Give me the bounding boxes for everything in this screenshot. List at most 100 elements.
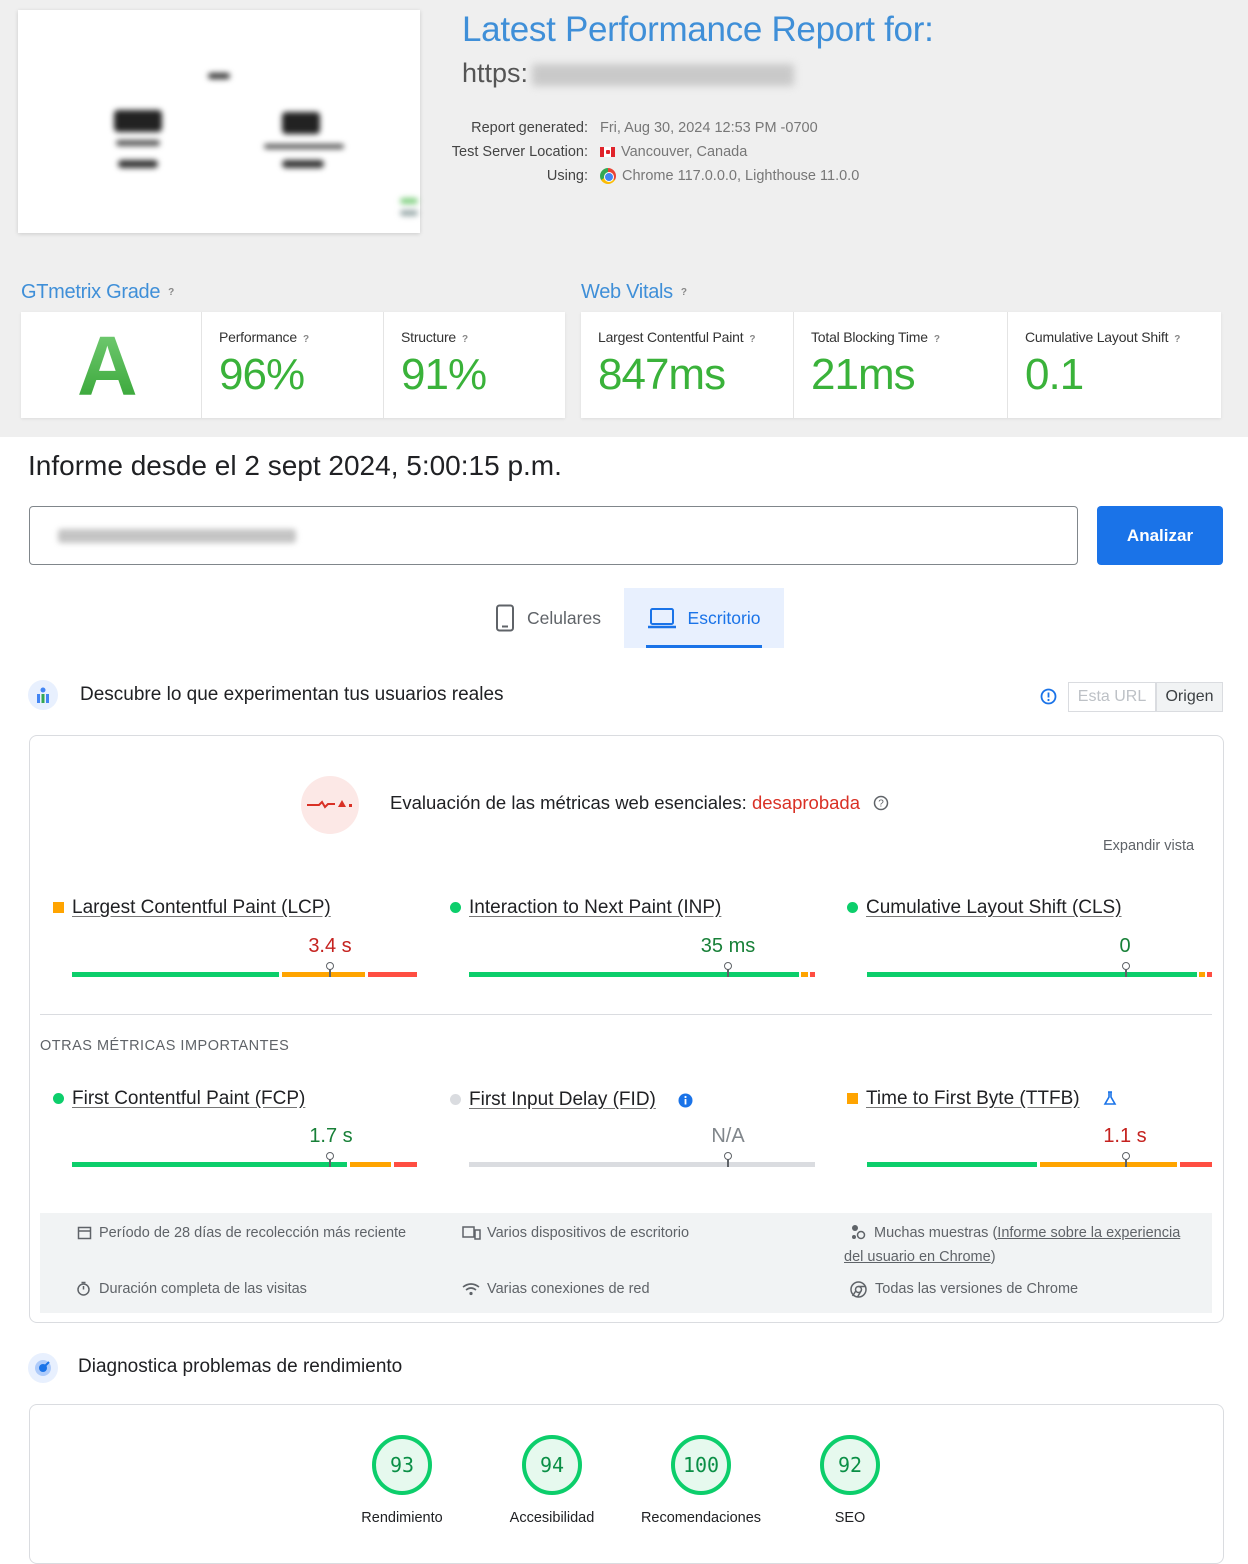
toggle-origin[interactable]: Origen (1156, 682, 1223, 712)
experimental-flask-icon (1103, 1091, 1117, 1105)
blurred-url (532, 63, 795, 86)
expand-view-link[interactable]: Expandir vista (1103, 838, 1194, 854)
structure-value: 91% (401, 350, 487, 399)
lcp-value: 847ms (598, 350, 726, 399)
gtmetrix-grade-heading: GTmetrix Grade ? (21, 281, 174, 304)
collection-period-text: Período de 28 días de recolección más re… (99, 1225, 407, 1241)
distribution-marker (1122, 962, 1130, 977)
timer-icon (77, 1281, 90, 1296)
visit-duration-text: Duración completa de las visitas (99, 1281, 307, 1297)
web-vitals-heading: Web Vitals ? (581, 281, 687, 304)
canada-flag-icon (600, 147, 615, 157)
distribution-marker (724, 962, 732, 977)
bar-average (1199, 972, 1205, 977)
performance-value: 96% (219, 350, 305, 399)
metric-fid-title[interactable]: First Input Delay (FID) (469, 1089, 656, 1111)
bar-poor (368, 972, 417, 977)
help-icon[interactable]: ? (168, 287, 174, 298)
bar-good (867, 972, 1197, 977)
users-icon (28, 680, 58, 710)
tab-desktop[interactable]: Escritorio (624, 588, 784, 648)
bar-good (72, 972, 279, 977)
report-generated-label: Report generated: (471, 120, 588, 136)
report-title: Latest Performance Report for: (462, 10, 934, 49)
score-label-performance: Rendimiento (361, 1510, 443, 1526)
help-icon[interactable]: ? (873, 795, 889, 811)
grade-letter: A (77, 319, 138, 413)
server-location-label: Test Server Location: (451, 144, 588, 160)
laptop-icon (647, 608, 676, 629)
other-metrics-heading: OTRAS MÉTRICAS IMPORTANTES (40, 1038, 290, 1054)
help-icon[interactable]: ? (681, 287, 687, 298)
field-data-title: Descubre lo que experimentan tus usuario… (80, 684, 504, 705)
help-icon[interactable]: ? (934, 334, 940, 345)
gtmetrix-grade-title: GTmetrix Grade (21, 281, 161, 303)
bar-poor (810, 972, 815, 977)
score-label-seo: SEO (834, 1510, 866, 1526)
lcp-cell: Largest Contentful Paint? 847ms (581, 312, 794, 418)
distribution-marker (326, 1152, 334, 1167)
svg-text:?: ? (878, 799, 884, 810)
bar-average (801, 972, 808, 977)
score-label-accessibility: Accesibilidad (509, 1510, 595, 1526)
using-label: Using: (546, 168, 588, 184)
distribution-marker (724, 1152, 732, 1167)
bar-no-data (469, 1162, 815, 1167)
grade-card: A Performance? 96% Structure? 91% (21, 312, 565, 418)
status-none-icon (450, 1094, 461, 1105)
tbt-label: Total Blocking Time (811, 329, 928, 345)
metric-fcp-value: 1.7 s (309, 1125, 353, 1147)
grade-cell: A (21, 312, 202, 418)
assessment-result: desaprobada (751, 792, 860, 813)
chrome-versions-info: Todas las versiones de Chrome (850, 1277, 1078, 1301)
metric-ttfb-title[interactable]: Time to First Byte (TTFB) (866, 1088, 1080, 1110)
metric-lcp-title[interactable]: Largest Contentful Paint (LCP) (72, 897, 331, 919)
score-gauge-accessibility[interactable]: 94 (522, 1435, 582, 1495)
assessment-failed-icon (301, 776, 359, 834)
tab-mobile[interactable]: Celulares (474, 588, 622, 648)
tab-mobile-label: Celulares (527, 607, 601, 628)
metric-fid-value: N/A (711, 1125, 745, 1147)
metric-inp-title[interactable]: Interaction to Next Paint (INP) (469, 897, 721, 919)
field-data-heading: Descubre lo que experimentan tus usuario… (28, 680, 504, 710)
help-icon[interactable]: ? (749, 334, 755, 345)
distribution-marker (326, 962, 334, 977)
help-icon[interactable]: ? (462, 334, 468, 345)
help-icon[interactable]: ? (303, 334, 309, 345)
toggle-this-url[interactable]: Esta URL (1068, 682, 1156, 712)
help-icon[interactable]: ? (1174, 334, 1180, 345)
samples-suffix: ) (990, 1249, 996, 1265)
report-meta: Report generated: Fri, Aug 30, 2024 12:5… (440, 116, 859, 188)
performance-label: Performance (219, 329, 297, 345)
metric-fcp-title[interactable]: First Contentful Paint (FCP) (72, 1088, 305, 1110)
metric-inp-value: 35 ms (700, 935, 756, 957)
url-input[interactable] (29, 506, 1078, 565)
bar-average (350, 1162, 391, 1167)
page-screenshot-thumbnail[interactable] (18, 10, 420, 233)
blurred-url (58, 529, 296, 543)
cls-value: 0.1 (1025, 350, 1084, 399)
analyze-button[interactable]: Analizar (1097, 506, 1223, 565)
report-date-heading: Informe desde el 2 sept 2024, 5:00:15 p.… (28, 450, 562, 481)
cls-label: Cumulative Layout Shift (1025, 329, 1169, 345)
section-divider (40, 1014, 1212, 1015)
score-gauge-seo[interactable]: 92 (820, 1435, 880, 1495)
using-value: Chrome 117.0.0.0, Lighthouse 11.0.0 (622, 168, 860, 184)
score-gauge-performance[interactable]: 93 (372, 1435, 432, 1495)
web-vitals-title: Web Vitals (581, 281, 673, 303)
info-icon[interactable] (1040, 688, 1057, 705)
wifi-icon (462, 1283, 480, 1296)
metric-cls-title[interactable]: Cumulative Layout Shift (CLS) (866, 897, 1122, 919)
bar-average (1040, 1162, 1177, 1167)
diagnose-icon (28, 1353, 58, 1383)
info-icon[interactable] (678, 1093, 693, 1108)
server-location-value: Vancouver, Canada (621, 144, 748, 160)
devices-info: Varios dispositivos de escritorio (462, 1221, 690, 1245)
score-label-best-practices: Recomendaciones (640, 1510, 762, 1526)
bar-good (469, 972, 799, 977)
phone-icon (496, 604, 515, 632)
score-gauge-best-practices[interactable]: 100 (671, 1435, 731, 1495)
devices-text: Varios dispositivos de escritorio (487, 1225, 690, 1241)
tbt-cell: Total Blocking Time? 21ms (794, 312, 1008, 418)
assessment-text: Evaluación de las métricas web esenciale… (390, 792, 889, 814)
